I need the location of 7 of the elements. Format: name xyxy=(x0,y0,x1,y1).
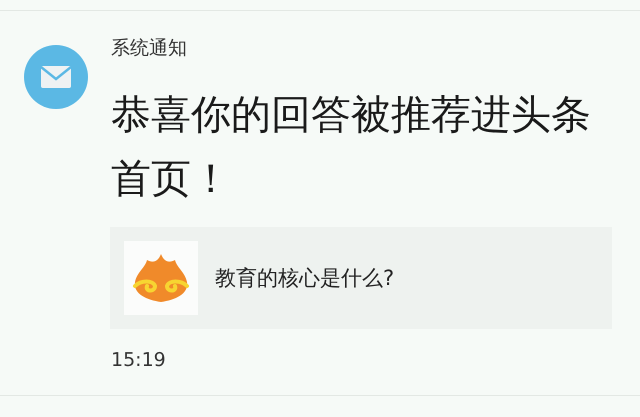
timestamp: 15:19 xyxy=(111,349,167,371)
sender-name: 系统通知 xyxy=(111,36,188,61)
notification-title: 恭喜你的回答被推荐进头条首页！ xyxy=(111,91,591,204)
flame-logo-icon xyxy=(131,252,191,304)
article-card[interactable]: 教育的核心是什么? xyxy=(110,227,612,329)
mail-icon xyxy=(24,45,88,109)
question-text: 教育的核心是什么? xyxy=(215,265,394,292)
